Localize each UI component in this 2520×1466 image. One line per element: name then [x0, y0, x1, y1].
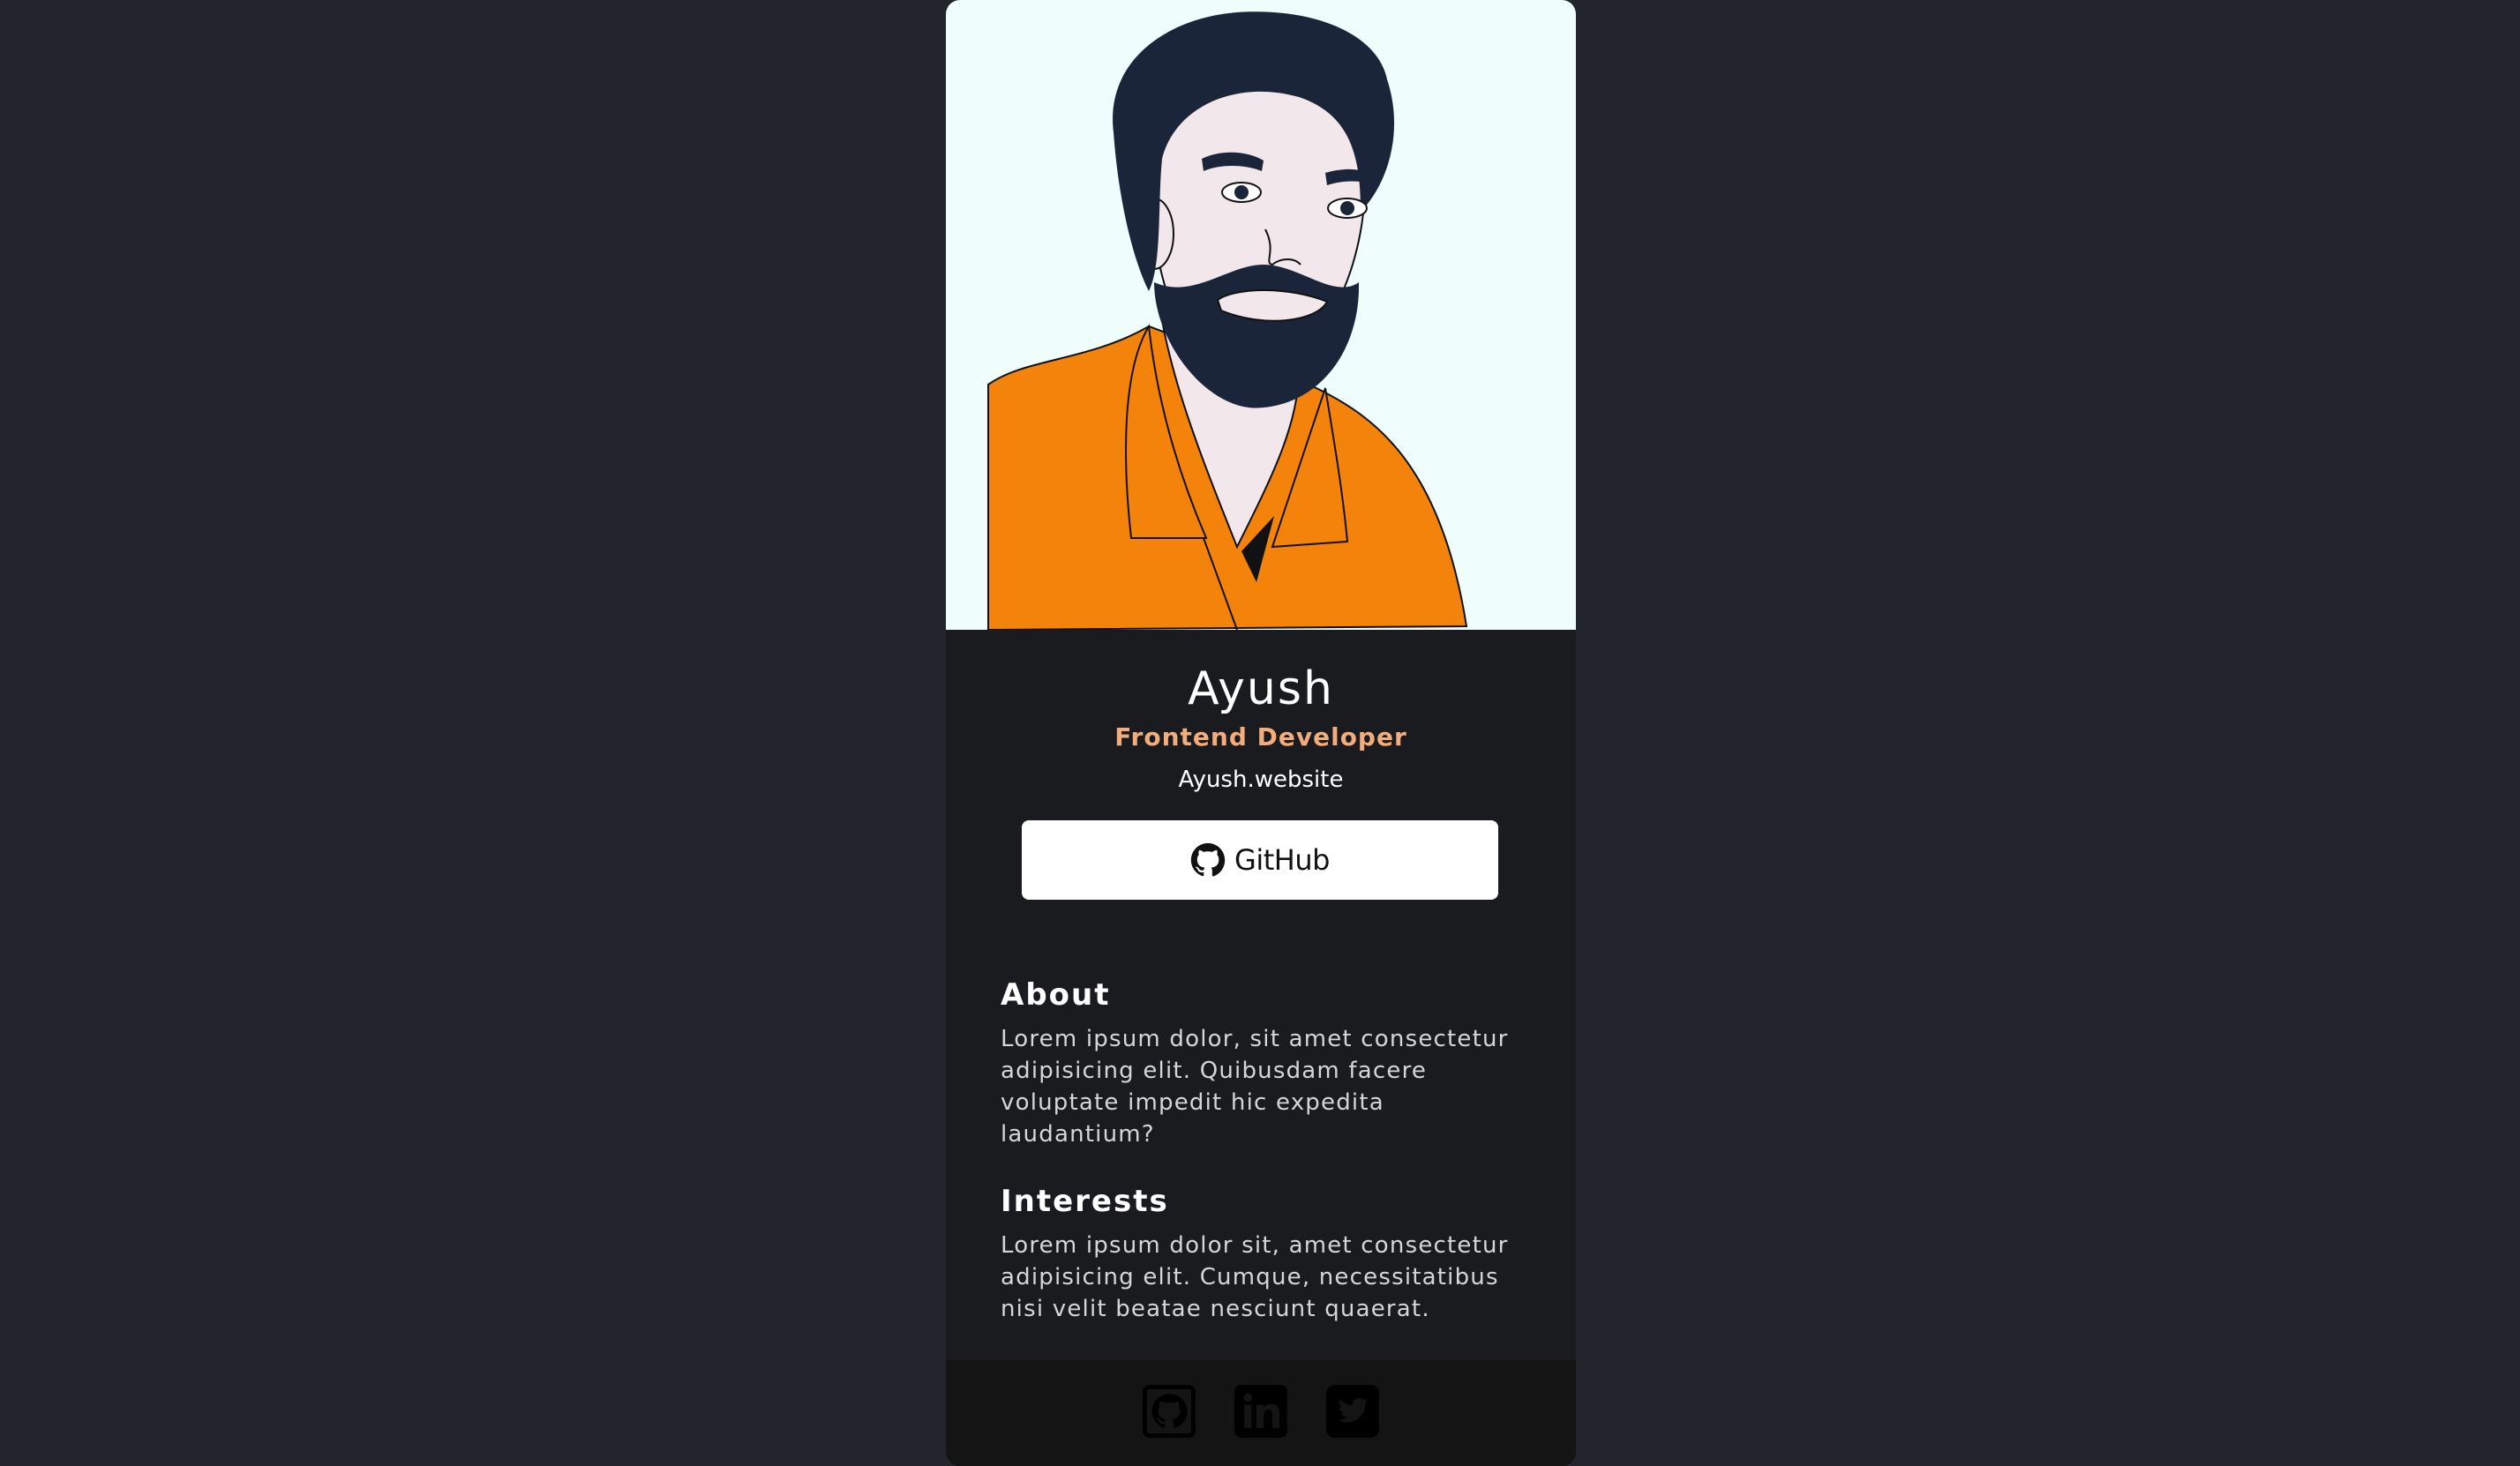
about-heading: About: [1001, 977, 1111, 1013]
footer-twitter-link[interactable]: [1326, 1385, 1379, 1438]
profile-role: Frontend Developer: [1114, 722, 1407, 752]
profile-website[interactable]: Ayush.website: [946, 764, 1576, 796]
social-footer: [946, 1360, 1576, 1466]
github-button-label: GitHub: [1234, 843, 1330, 877]
footer-github-link[interactable]: [1143, 1385, 1196, 1438]
profile-info: Ayush Frontend Developer Ayush.website G…: [946, 630, 1576, 900]
profile-name: Ayush: [1188, 662, 1334, 715]
twitter-icon: [1326, 1385, 1379, 1438]
profile-card: Ayush Frontend Developer Ayush.website G…: [946, 0, 1576, 1466]
portrait-image: [946, 0, 1576, 630]
portrait-illustration: [987, 11, 1468, 630]
interests-text: Lorem ipsum dolor sit, amet consectetur …: [1001, 1232, 1509, 1322]
about-text: Lorem ipsum dolor, sit amet consectetur …: [1001, 1026, 1509, 1148]
footer-linkedin-link[interactable]: [1234, 1385, 1287, 1438]
linkedin-icon: [1234, 1385, 1287, 1438]
github-icon: [1143, 1385, 1196, 1438]
interests-heading: Interests: [1001, 1184, 1169, 1219]
about-section: About Lorem ipsum dolor, sit amet consec…: [1001, 976, 1530, 1150]
interests-section: Interests Lorem ipsum dolor sit, amet co…: [1001, 1182, 1530, 1325]
github-icon: [1190, 842, 1226, 877]
github-button[interactable]: GitHub: [1022, 820, 1498, 900]
